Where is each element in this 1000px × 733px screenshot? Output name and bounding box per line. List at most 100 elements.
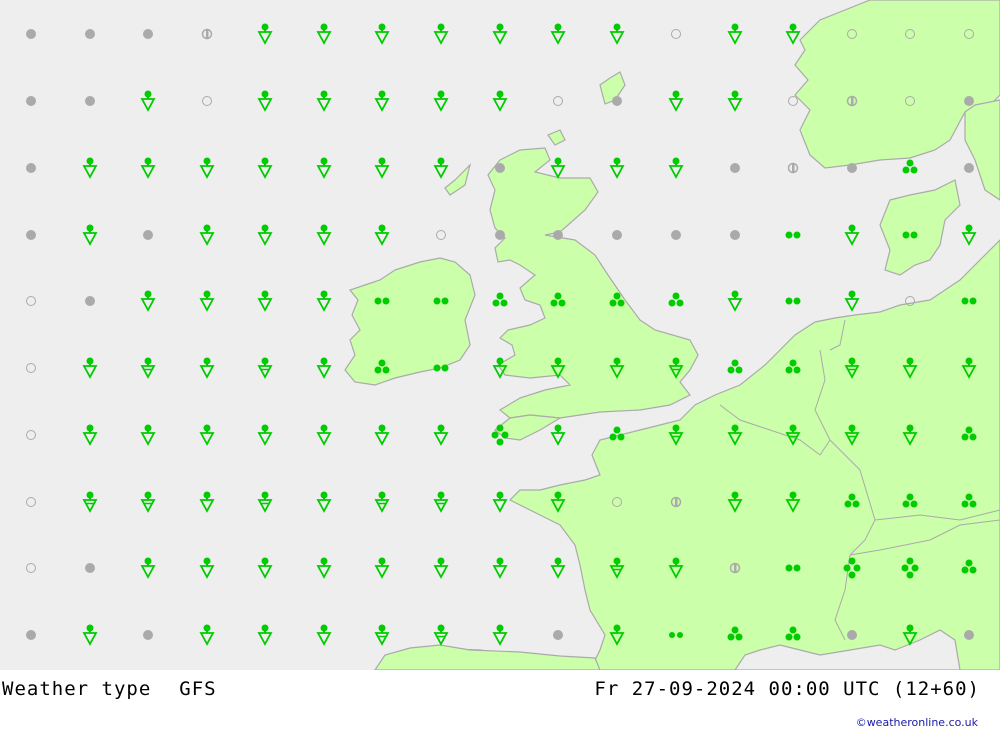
rain-shower-icon	[140, 157, 156, 179]
rain-shower-icon	[550, 157, 566, 179]
rain-shower-icon	[433, 157, 449, 179]
rain-shower-icon	[257, 157, 273, 179]
rain-shower-icon	[140, 290, 156, 312]
overcast-icon	[85, 29, 95, 39]
map-canvas	[26, 0, 1000, 670]
overcast-icon	[964, 630, 974, 640]
rain-shower-icon	[199, 491, 215, 513]
overcast-icon	[730, 163, 740, 173]
heavy-shower-icon	[82, 491, 98, 513]
rain-shower-icon	[257, 557, 273, 579]
overcast-icon	[553, 230, 563, 240]
rain-shower-icon	[82, 224, 98, 246]
rain-shower-icon	[374, 23, 390, 45]
overcast-icon	[85, 563, 95, 573]
rain-shower-icon	[82, 624, 98, 646]
rain-shower-icon	[82, 157, 98, 179]
rain-shower-icon	[785, 23, 801, 45]
overcast-icon	[847, 630, 857, 640]
rain-shower-icon	[82, 357, 98, 379]
rain-shower-icon	[257, 624, 273, 646]
overcast-icon	[612, 96, 622, 106]
overcast-icon	[143, 630, 153, 640]
clear-icon	[788, 96, 798, 106]
overcast-icon	[730, 230, 740, 240]
heavy-rain-icon	[902, 159, 918, 174]
rain-shower-icon	[550, 23, 566, 45]
credit-link[interactable]: ©weatheronline.co.uk	[856, 716, 978, 729]
rain-shower-icon	[199, 357, 215, 379]
clear-icon	[26, 296, 36, 306]
rain-shower-icon	[316, 290, 332, 312]
rain-shower-icon	[492, 557, 508, 579]
rain-shower-icon	[668, 90, 684, 112]
rain-shower-icon	[727, 23, 743, 45]
rain-shower-icon	[82, 424, 98, 446]
land-great-britain	[487, 147, 699, 419]
overcast-icon	[143, 230, 153, 240]
rain-shower-icon	[199, 157, 215, 179]
rain-shower-icon	[140, 424, 156, 446]
clear-icon	[26, 363, 36, 373]
overcast-icon	[26, 230, 36, 240]
rain-shower-icon	[492, 90, 508, 112]
heavy-shower-icon	[257, 491, 273, 513]
overcast-icon	[85, 96, 95, 106]
rain-shower-icon	[140, 90, 156, 112]
map-title-area: Weather type GFS	[2, 678, 217, 700]
overcast-icon	[964, 96, 974, 106]
rain-shower-icon	[727, 290, 743, 312]
rain-shower-icon	[433, 23, 449, 45]
rain-shower-icon	[257, 23, 273, 45]
rain-shower-icon	[374, 424, 390, 446]
overcast-icon	[495, 163, 505, 173]
land-iberia	[374, 644, 601, 670]
moderate-rain-icon	[785, 297, 801, 305]
rain-shower-icon	[374, 557, 390, 579]
rain-shower-icon	[844, 224, 860, 246]
rain-shower-icon	[844, 290, 860, 312]
rain-shower-icon	[668, 157, 684, 179]
overcast-icon	[26, 630, 36, 640]
rain-shower-icon	[316, 557, 332, 579]
rain-shower-icon	[492, 491, 508, 513]
overcast-icon	[85, 296, 95, 306]
rain-shower-icon	[257, 90, 273, 112]
heavy-shower-icon	[140, 357, 156, 379]
rain-shower-icon	[550, 424, 566, 446]
rain-shower-icon	[199, 424, 215, 446]
rain-shower-icon	[550, 557, 566, 579]
rain-shower-icon	[316, 157, 332, 179]
overcast-icon	[964, 163, 974, 173]
rain-shower-icon	[316, 23, 332, 45]
clear-icon	[26, 430, 36, 440]
heavy-shower-icon	[433, 491, 449, 513]
rain-shower-icon	[316, 624, 332, 646]
model-name: GFS	[179, 678, 217, 700]
rain-shower-icon	[374, 224, 390, 246]
clear-icon	[202, 96, 212, 106]
rain-shower-icon	[433, 424, 449, 446]
clear-icon	[436, 230, 446, 240]
moderate-rain-icon	[785, 231, 801, 239]
land-denmark	[879, 179, 961, 276]
overcast-icon	[26, 163, 36, 173]
land-orkney	[547, 129, 566, 146]
rain-shower-icon	[199, 624, 215, 646]
heavy-shower-icon	[374, 491, 390, 513]
map-title: Weather type	[2, 678, 152, 700]
rain-shower-icon	[492, 23, 508, 45]
overcast-icon	[26, 29, 36, 39]
rain-shower-icon	[374, 90, 390, 112]
partly-cloudy-icon	[201, 28, 213, 40]
valid-time: Fr 27-09-2024 00:00 UTC (12+60)	[594, 678, 980, 700]
land-sweden	[964, 99, 1000, 201]
rain-shower-icon	[199, 290, 215, 312]
clear-icon	[671, 29, 681, 39]
heavy-rain-icon	[727, 359, 743, 374]
heavy-shower-icon	[257, 357, 273, 379]
rain-shower-icon	[257, 290, 273, 312]
overcast-icon	[612, 230, 622, 240]
rain-shower-icon	[199, 224, 215, 246]
rain-shower-icon	[609, 23, 625, 45]
